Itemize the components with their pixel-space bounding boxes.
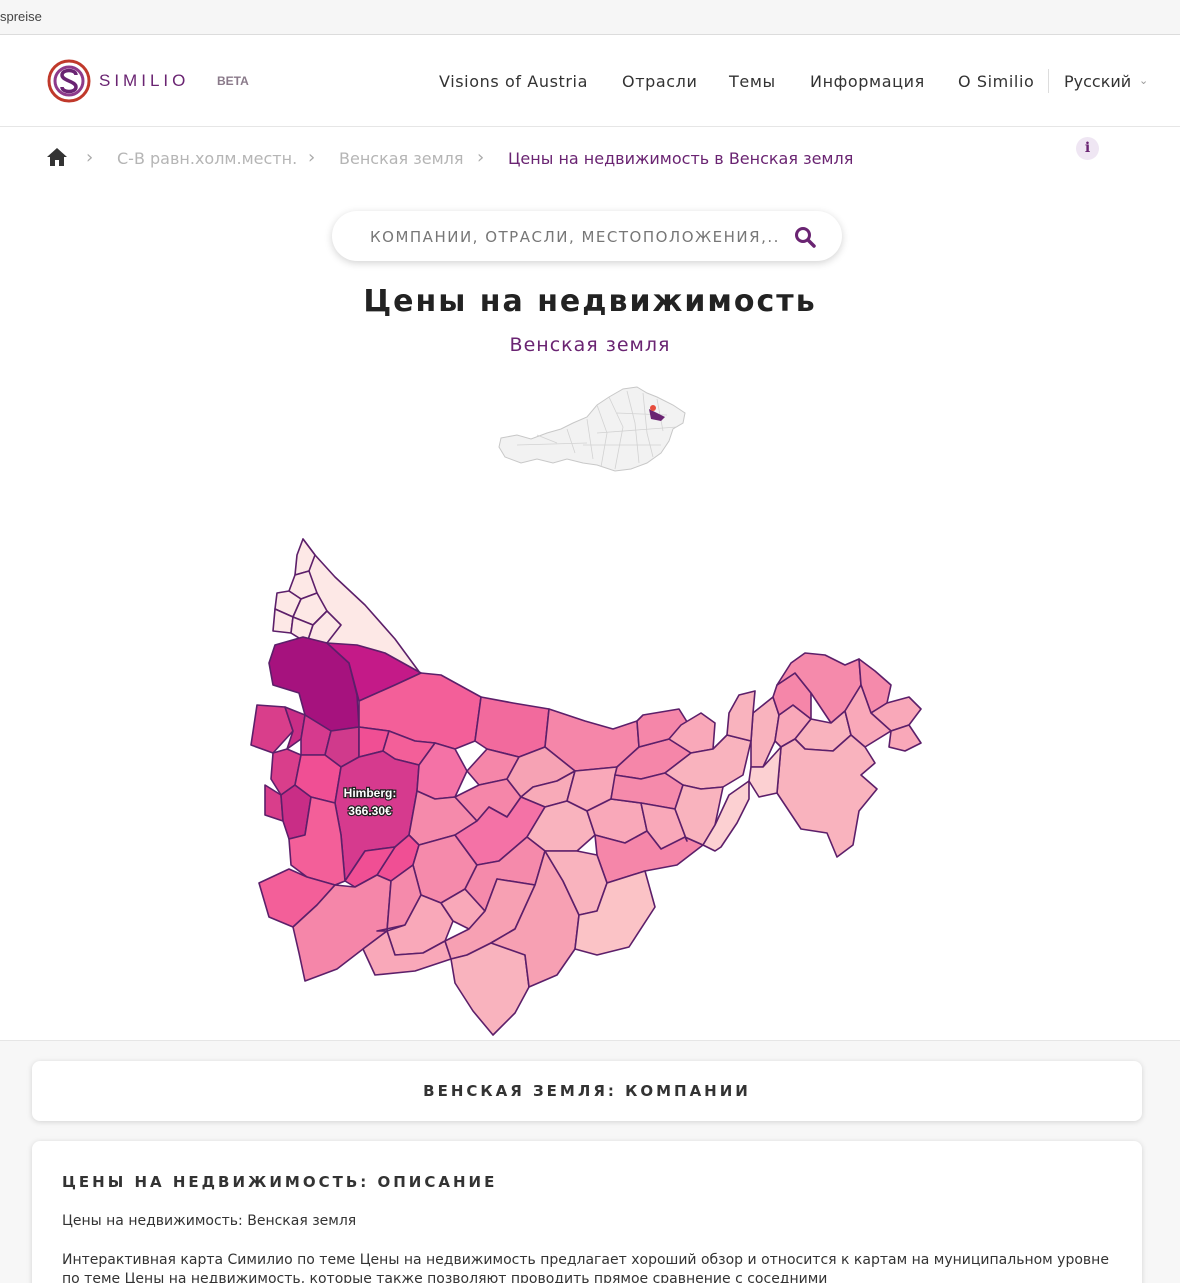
nav-information[interactable]: Информация: [810, 72, 925, 91]
nav-visions-of-austria[interactable]: Visions of Austria: [439, 72, 588, 91]
chevron-right-icon: ›: [308, 147, 316, 168]
map-tooltip-value: 366.30€: [348, 804, 392, 818]
description-title: ЦЕНЫ НА НЕДВИЖИМОСТЬ: ОПИСАНИЕ: [62, 1173, 498, 1191]
language-select[interactable]: Русский: [1064, 72, 1131, 91]
search-input[interactable]: [370, 226, 780, 248]
browser-tab-strip: spreise: [0, 0, 1180, 35]
chevron-down-icon[interactable]: ⌄: [1139, 74, 1148, 87]
companies-card[interactable]: ВЕНСКАЯ ЗЕМЛЯ: КОМПАНИИ: [32, 1061, 1142, 1121]
browser-tab-title[interactable]: spreise: [0, 9, 42, 24]
nav-topics[interactable]: Темы: [729, 72, 776, 91]
chevron-right-icon: ›: [86, 147, 94, 168]
breadcrumb-current: Цены на недвижимость в Венская земля: [508, 149, 854, 168]
brand-name[interactable]: SIMILIO: [99, 71, 189, 91]
description-card: ЦЕНЫ НА НЕДВИЖИМОСТЬ: ОПИСАНИЕ Цены на н…: [32, 1141, 1142, 1283]
map-tooltip-name: Himberg:: [344, 786, 397, 800]
choropleth-map[interactable]: Himberg: 366.30€: [245, 535, 930, 1040]
austria-minimap[interactable]: [497, 383, 692, 475]
chevron-right-icon: ›: [477, 147, 485, 168]
municipality-region[interactable]: [776, 734, 878, 858]
description-paragraph: Интерактивная карта Симилио по теме Цены…: [62, 1252, 1109, 1283]
companies-card-title[interactable]: ВЕНСКАЯ ЗЕМЛЯ: КОМПАНИИ: [32, 1082, 1142, 1100]
content-section: ВЕНСКАЯ ЗЕМЛЯ: КОМПАНИИ ЦЕНЫ НА НЕДВИЖИМ…: [0, 1040, 1180, 1283]
nav-industries[interactable]: Отрасли: [622, 72, 698, 91]
site-header: SIMILIO BETA Visions of Austria Отрасли …: [0, 36, 1180, 127]
home-icon[interactable]: [46, 146, 68, 168]
search-icon[interactable]: [794, 226, 816, 248]
breadcrumb-region[interactable]: С-В равн.холм.местн.: [117, 149, 297, 168]
breadcrumb-district[interactable]: Венская земля: [339, 149, 464, 168]
beta-badge: BETA: [217, 74, 249, 88]
description-heading-line: Цены на недвижимость: Венская земля: [62, 1213, 357, 1229]
page-title: Цены на недвижимость: [363, 284, 817, 319]
breadcrumb: › С-В равн.холм.местн. › Венская земля ›…: [46, 146, 946, 170]
similio-logo-icon[interactable]: [46, 56, 92, 106]
nav-about-similio[interactable]: O Similio: [958, 72, 1034, 91]
info-icon[interactable]: i: [1076, 137, 1099, 160]
page-subtitle: Венская земля: [509, 334, 671, 356]
search-bar: [332, 211, 842, 261]
municipality-region[interactable]: [726, 690, 756, 742]
municipality-region[interactable]: [474, 696, 550, 758]
nav-divider: [1048, 69, 1049, 93]
